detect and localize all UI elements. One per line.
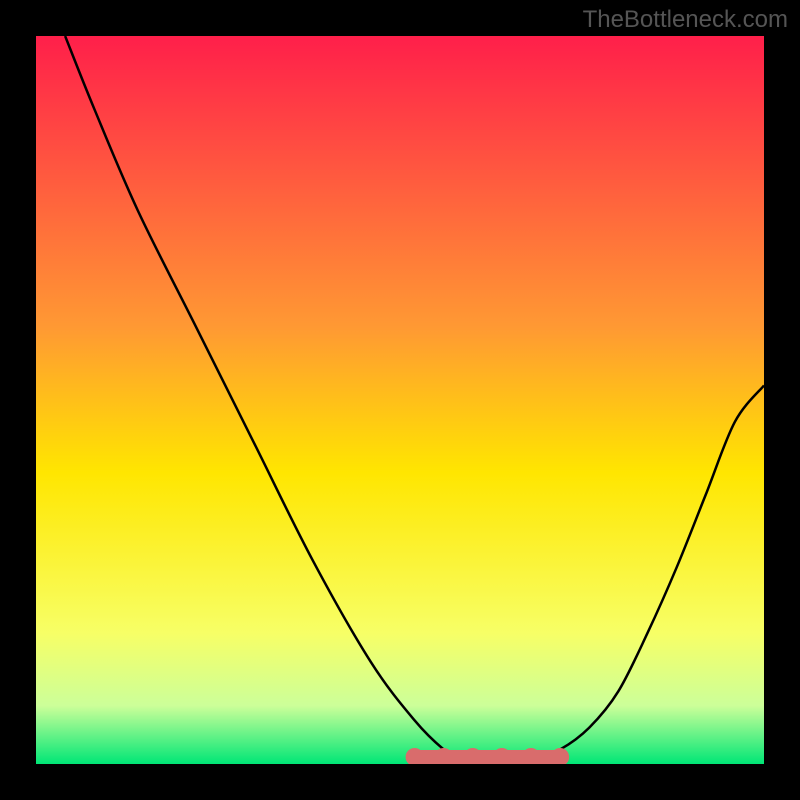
watermark-text: TheBottleneck.com xyxy=(583,6,788,34)
bottom-marker-band xyxy=(36,36,764,764)
plot-area xyxy=(36,36,764,764)
chart-container: TheBottleneck.com xyxy=(0,0,800,800)
